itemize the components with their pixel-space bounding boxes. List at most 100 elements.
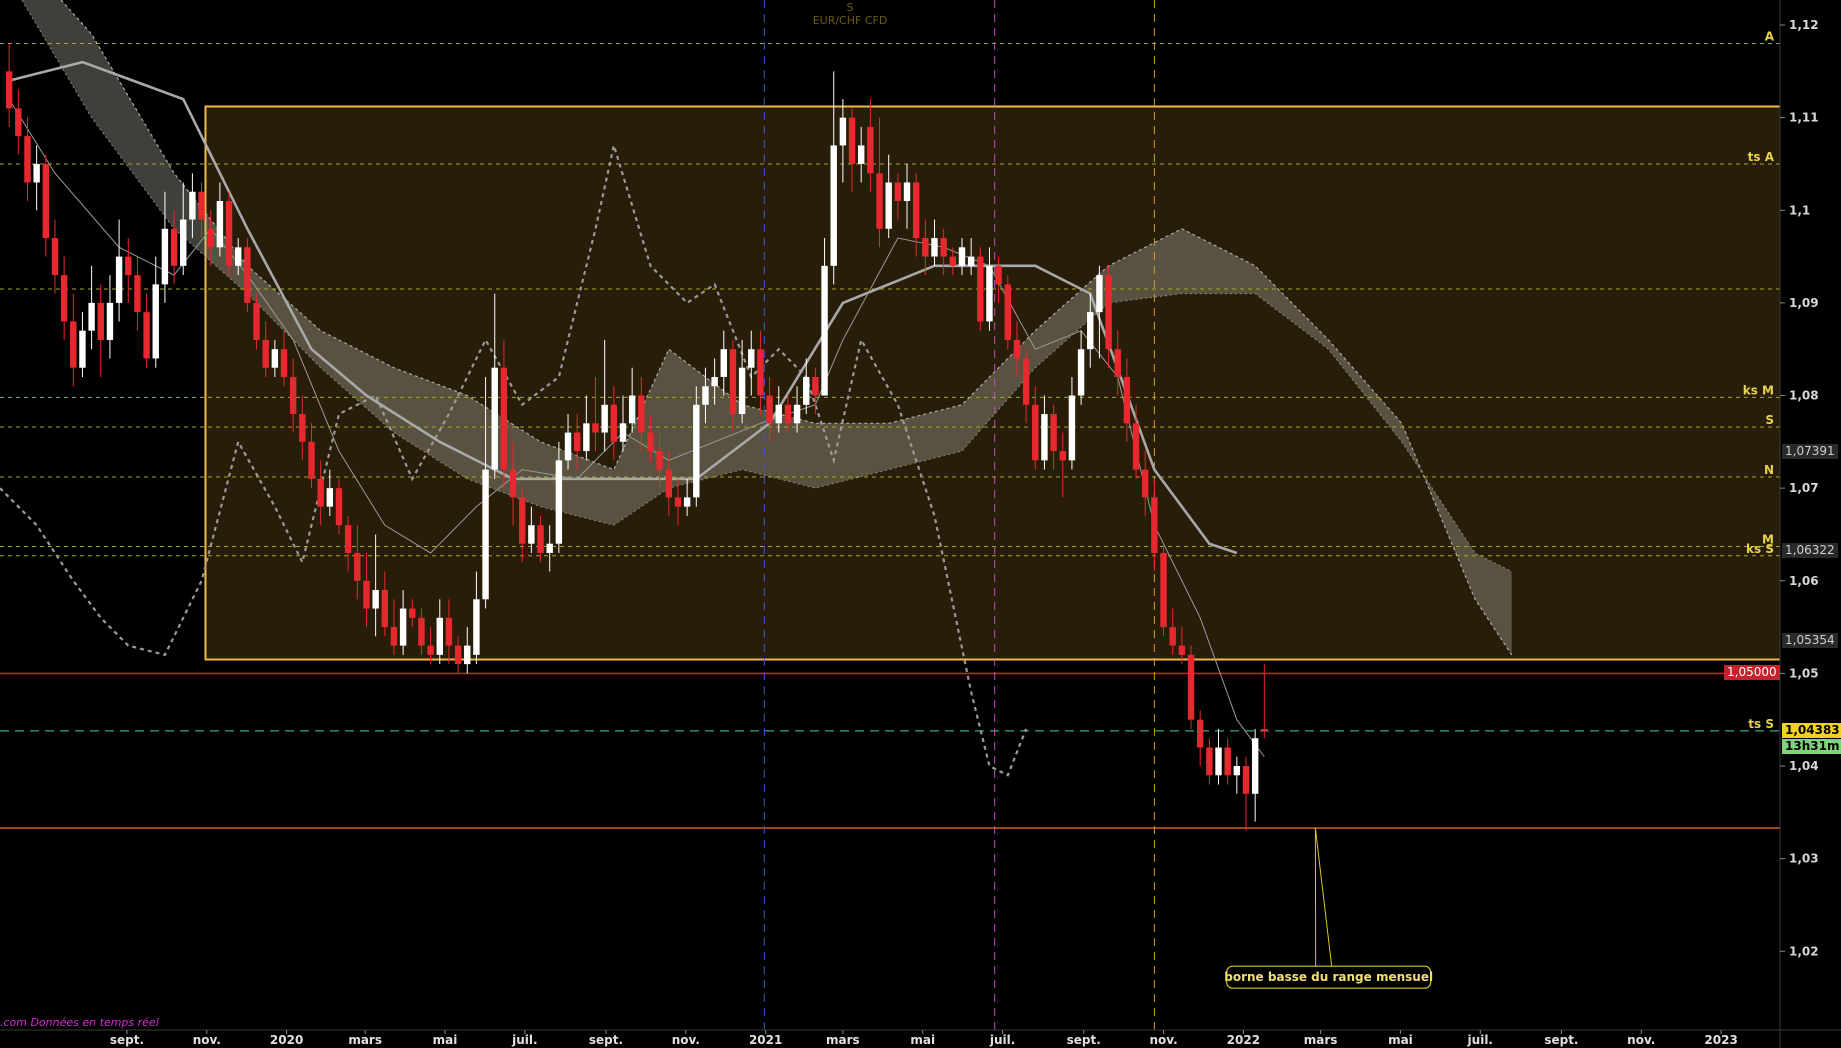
y-tick-label: 1,11	[1789, 111, 1819, 125]
candle-body	[381, 590, 389, 628]
candle-body	[1151, 497, 1158, 553]
candle-body	[812, 376, 819, 396]
x-tick-label: nov.	[1627, 1033, 1655, 1047]
candle-body	[134, 275, 141, 313]
candle-body	[1004, 284, 1012, 340]
candle-body	[986, 265, 993, 322]
candle-body	[830, 145, 837, 266]
candle-body	[665, 469, 673, 498]
candle-body	[537, 525, 544, 553]
candle-body	[1077, 349, 1085, 396]
candle-body	[894, 182, 902, 201]
price-label-4: 1,04383	[1782, 722, 1841, 738]
candle-body	[280, 349, 288, 377]
candle-body	[519, 497, 526, 544]
x-tick-label: 2021	[749, 1033, 782, 1047]
candle-body	[1233, 766, 1241, 776]
x-tick-label: juil.	[511, 1033, 537, 1047]
price-label-2: 1,05354	[1782, 632, 1838, 648]
candle-body	[702, 386, 709, 405]
x-tick-label: sept.	[1067, 1033, 1101, 1047]
candle-body	[42, 163, 50, 239]
x-tick-label: nov.	[1149, 1033, 1177, 1047]
y-tick-label: 1,02	[1789, 944, 1819, 958]
candle-body	[1059, 451, 1066, 461]
candle-body	[436, 617, 443, 655]
candle-body	[1178, 645, 1186, 655]
candle-body	[949, 256, 957, 266]
x-tick-label: 2022	[1227, 1033, 1260, 1047]
candle-body	[1160, 552, 1167, 628]
candle-109	[1004, 275, 1012, 350]
candle-body	[15, 108, 22, 137]
x-tick-label: sept.	[1544, 1033, 1578, 1047]
candle-body	[848, 117, 856, 164]
candle-body	[244, 247, 251, 303]
chart-canvas[interactable]: Ats Aks MSNMks Sts S borne basse du rang…	[0, 0, 1841, 1048]
candle-body	[299, 414, 306, 442]
candle-body	[317, 478, 324, 507]
candle-body	[647, 432, 654, 452]
x-tick-label: mars	[826, 1033, 860, 1047]
x-tick-label: nov.	[672, 1033, 700, 1047]
candle-body	[271, 349, 279, 368]
candle-body	[583, 423, 590, 452]
candle-body	[1261, 728, 1268, 731]
x-tick-label: 2023	[1704, 1033, 1737, 1047]
candle-body	[1123, 376, 1131, 424]
candle-body	[97, 302, 104, 340]
candle-body	[903, 182, 911, 201]
candle-body	[656, 451, 663, 470]
candle-body	[546, 543, 553, 553]
y-tick-label: 1,09	[1789, 296, 1819, 310]
candle-body	[24, 136, 31, 183]
candle-body	[308, 441, 315, 479]
candle-body	[1087, 312, 1094, 350]
candle-body	[180, 219, 187, 266]
candle-body	[720, 349, 727, 377]
candle-body	[592, 423, 599, 433]
candle-body	[995, 265, 1002, 285]
candle-body	[857, 145, 865, 164]
price-label-0: 1,07391	[1782, 443, 1838, 459]
candle-body	[1022, 358, 1030, 405]
price-label-1: 1,06322	[1782, 542, 1838, 558]
x-tick-label: mars	[1304, 1033, 1338, 1047]
candle-body	[738, 367, 746, 415]
candle-body	[1242, 766, 1250, 794]
candle-body	[427, 645, 434, 655]
candle-body	[803, 376, 810, 405]
y-tick-label: 1,08	[1789, 389, 1819, 403]
candle-body	[216, 200, 224, 248]
candle-body	[1032, 404, 1039, 461]
candle-body	[1142, 469, 1149, 498]
price-label-3: 1,05000	[1724, 665, 1780, 681]
candle-body	[564, 432, 572, 461]
annotation-text: borne basse du range mensuel	[1224, 970, 1433, 984]
candle-body	[234, 247, 242, 266]
candle-body	[1224, 747, 1231, 776]
candle-body	[766, 395, 773, 424]
candle-body	[784, 404, 792, 424]
candle-body	[500, 367, 508, 470]
footer-status: .com Données en temps réel	[0, 1016, 159, 1029]
candle-body	[931, 238, 938, 257]
candle-body	[940, 238, 947, 257]
y-tick-label: 1,06	[1789, 574, 1819, 588]
candle-body	[390, 627, 398, 646]
candle-body	[1041, 414, 1048, 461]
candle-126	[1160, 543, 1167, 637]
candle-body	[638, 395, 645, 433]
candle-body	[775, 404, 782, 424]
candle-body	[5, 71, 13, 109]
candle-body	[335, 488, 343, 526]
x-tick-label: mai	[1388, 1033, 1413, 1047]
candle-body	[418, 617, 425, 646]
candle-body	[683, 497, 691, 507]
candle-body	[573, 432, 581, 452]
y-tick-label: 1,1	[1789, 203, 1810, 217]
y-tick-label: 1,12	[1789, 18, 1819, 32]
candle-body	[88, 302, 95, 331]
candle-body	[601, 404, 608, 433]
level-label-7: ks S	[1746, 542, 1774, 556]
